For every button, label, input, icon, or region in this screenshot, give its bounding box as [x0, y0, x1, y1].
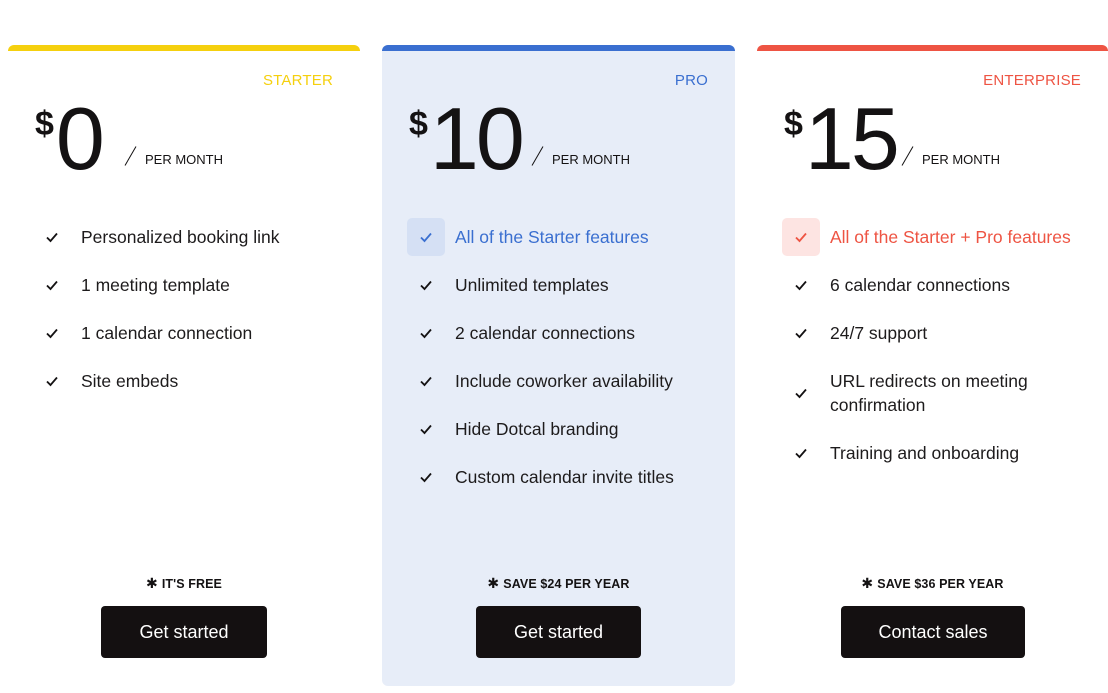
note-text: IT'S FREE: [161, 577, 222, 591]
feature-item: 2 calendar connections: [407, 309, 715, 357]
plan-card-enterprise: ENTERPRISE $ 15 PER MONTH All of the Sta…: [757, 45, 1108, 686]
feature-text: Include coworker availability: [455, 371, 673, 391]
plan-card-starter: STARTER $ 0 PER MONTH Personalized booki…: [8, 45, 360, 686]
feature-text: Custom calendar invite titles: [455, 467, 674, 487]
note-text: SAVE $24 PER YEAR: [503, 577, 630, 591]
feature-item: Training and onboarding: [782, 429, 1088, 477]
feature-text: 6 calendar connections: [830, 275, 1010, 295]
note-text: SAVE $36 PER YEAR: [877, 577, 1004, 591]
slash-divider: [531, 146, 544, 166]
price: $ 0: [35, 89, 105, 188]
asterisk-icon: ✱: [861, 575, 874, 591]
plan-tier-label: STARTER: [262, 72, 333, 89]
check-icon: [407, 266, 445, 304]
period-label: PER MONTH: [922, 152, 1000, 167]
price: $ 15: [784, 89, 900, 188]
feature-item: URL redirects on meeting confirmation: [782, 357, 1042, 429]
period-label: PER MONTH: [145, 152, 223, 167]
feature-list: Personalized booking link 1 meeting temp…: [33, 213, 340, 405]
feature-item: 6 calendar connections: [782, 261, 1088, 309]
check-icon: [33, 218, 71, 256]
feature-item: 1 calendar connection: [33, 309, 340, 357]
feature-text: Training and onboarding: [830, 443, 1020, 463]
feature-text: 24/7 support: [830, 323, 928, 343]
check-icon: [33, 314, 71, 352]
currency-symbol: $: [409, 105, 428, 143]
check-icon: [407, 218, 445, 256]
feature-list: All of the Starter features Unlimited te…: [407, 213, 715, 501]
plan-card-pro: PRO $ 10 PER MONTH All of the Starter fe…: [382, 45, 735, 686]
feature-text: Unlimited templates: [455, 275, 609, 295]
feature-item: 24/7 support: [782, 309, 1088, 357]
price-amount: 10: [429, 89, 525, 188]
plan-note: ✱ SAVE $24 PER YEAR: [382, 575, 735, 592]
contact-sales-button[interactable]: Contact sales: [841, 606, 1025, 658]
feature-text: URL redirects on meeting confirmation: [830, 371, 1028, 415]
feature-item: 1 meeting template: [33, 261, 340, 309]
plan-tier-label: ENTERPRISE: [983, 72, 1081, 89]
feature-text: All of the Starter + Pro features: [830, 227, 1071, 247]
check-icon: [782, 314, 820, 352]
feature-text: All of the Starter features: [455, 227, 649, 247]
check-icon: [33, 362, 71, 400]
billing-period: PER MONTH: [531, 145, 630, 167]
get-started-button[interactable]: Get started: [476, 606, 641, 658]
currency-symbol: $: [35, 105, 54, 143]
check-icon: [33, 266, 71, 304]
feature-list: All of the Starter + Pro features 6 cale…: [782, 213, 1088, 477]
feature-item: Custom calendar invite titles: [407, 453, 715, 501]
get-started-button[interactable]: Get started: [101, 606, 267, 658]
feature-text: 2 calendar connections: [455, 323, 635, 343]
feature-text: 1 meeting template: [81, 275, 230, 295]
feature-item-highlight: All of the Starter + Pro features: [782, 213, 1088, 261]
check-icon: [782, 434, 820, 472]
price-amount: 15: [804, 89, 900, 188]
check-icon: [407, 362, 445, 400]
feature-text: Site embeds: [81, 371, 179, 391]
check-icon: [782, 218, 820, 256]
feature-item: Include coworker availability: [407, 357, 715, 405]
period-label: PER MONTH: [552, 152, 630, 167]
feature-item: Site embeds: [33, 357, 340, 405]
billing-period: PER MONTH: [901, 145, 1000, 167]
feature-item-highlight: All of the Starter features: [407, 213, 715, 261]
currency-symbol: $: [784, 105, 803, 143]
pricing-plans: STARTER $ 0 PER MONTH Personalized booki…: [0, 0, 1108, 693]
slash-divider: [124, 146, 137, 166]
price: $ 10: [409, 89, 525, 188]
check-icon: [782, 374, 820, 412]
check-icon: [407, 410, 445, 448]
plan-note: ✱ SAVE $36 PER YEAR: [757, 575, 1108, 592]
accent-bar: [382, 45, 735, 51]
accent-bar: [8, 45, 360, 51]
slash-divider: [901, 146, 914, 166]
plan-tier-label: PRO: [674, 72, 708, 89]
check-icon: [407, 458, 445, 496]
feature-item: Personalized booking link: [33, 213, 340, 261]
feature-item: Hide Dotcal branding: [407, 405, 715, 453]
check-icon: [407, 314, 445, 352]
price-amount: 0: [55, 89, 105, 188]
feature-item: Unlimited templates: [407, 261, 715, 309]
asterisk-icon: ✱: [146, 575, 158, 591]
feature-text: Personalized booking link: [81, 227, 280, 247]
plan-note: ✱ IT'S FREE: [8, 575, 360, 592]
billing-period: PER MONTH: [124, 145, 223, 167]
feature-text: 1 calendar connection: [81, 323, 253, 343]
asterisk-icon: ✱: [487, 575, 500, 591]
feature-text: Hide Dotcal branding: [455, 419, 619, 439]
check-icon: [782, 266, 820, 304]
accent-bar: [757, 45, 1108, 51]
